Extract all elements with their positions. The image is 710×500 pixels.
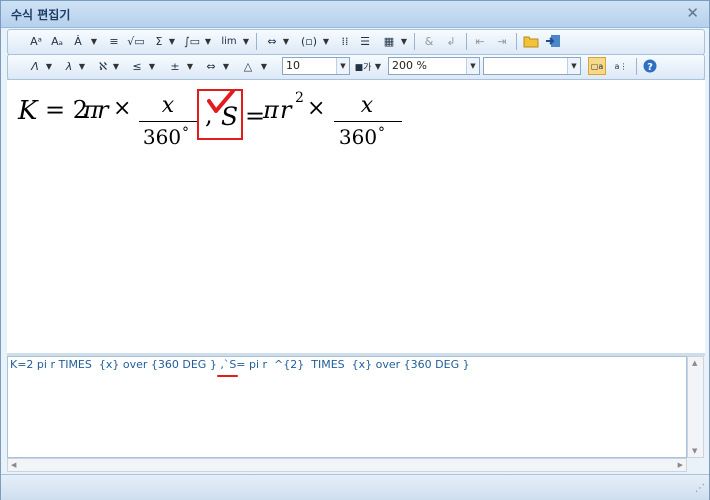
open-folder-icon[interactable]	[522, 32, 540, 50]
formula-r: r	[97, 96, 109, 124]
chevron-down-icon[interactable]: ▼	[374, 57, 382, 75]
chevron-down-icon[interactable]: ▼	[112, 57, 120, 75]
sum-button[interactable]: Σ	[152, 32, 166, 50]
chevron-down-icon[interactable]: ▼	[400, 32, 408, 50]
resize-grip-icon[interactable]: ⋰	[695, 483, 705, 494]
equation-editor-window: 수식 편집기 ✕ Aᵃ Aₐ Ȧ ▼ ≡ √▭ Σ ▼ ∫▭ ▼ lim ▼ ⇔…	[0, 0, 710, 500]
script-style-button[interactable]: a⋮	[612, 57, 630, 75]
chevron-down-icon[interactable]: ▼	[168, 32, 176, 50]
script-text[interactable]: K=2 pi r TIMES {x} over {360 DEG } ,`S= …	[10, 358, 470, 371]
chevron-down-icon[interactable]: ▼	[148, 57, 156, 75]
greek-upper-button[interactable]: Λ	[28, 57, 42, 75]
chevron-down-icon[interactable]: ▼	[222, 57, 230, 75]
formula-r-2: r	[280, 96, 292, 124]
zoom-value: 200 %	[392, 59, 427, 72]
toolbar-separator	[636, 58, 637, 75]
chevron-down-icon[interactable]: ▼	[45, 57, 53, 75]
checkmark-icon	[207, 89, 235, 113]
title-bar[interactable]: 수식 편집기 ✕	[1, 1, 709, 28]
symbol-toolbar: Λ ▼ λ ▼ ℵ ▼ ≤ ▼ ± ▼ ⇔ ▼ △ ▼ 10 ▼ ■가 ▼ 20…	[7, 54, 705, 80]
move-right-button[interactable]: ⇥	[494, 32, 510, 50]
chevron-down-icon[interactable]: ▼	[322, 32, 330, 50]
fraction-bar	[139, 121, 197, 122]
text-color-button[interactable]: ■가	[354, 57, 372, 75]
fraction-button[interactable]: ≡	[106, 32, 122, 50]
formula-k: K	[18, 96, 38, 126]
toolbar-separator	[414, 33, 415, 50]
vertical-scrollbar[interactable]: ▲ ▼	[687, 356, 704, 458]
chevron-down-icon[interactable]: ▼	[282, 32, 290, 50]
formula-times-2: ×	[307, 96, 326, 121]
window-title: 수식 편집기	[11, 8, 71, 22]
bracket-button[interactable]: (▫)	[298, 32, 320, 50]
status-bar: ⋰	[1, 474, 709, 500]
fraction-bar-2	[334, 121, 402, 122]
fraction-denominator-2: 360	[338, 125, 378, 149]
toolbar-separator	[466, 33, 467, 50]
horizontal-scrollbar[interactable]: ◀ ▶	[7, 458, 687, 472]
chevron-down-icon[interactable]: ▼	[204, 32, 212, 50]
chevron-down-icon[interactable]: ▼	[90, 32, 98, 50]
arrow-button[interactable]: ⇔	[202, 57, 220, 75]
superscript-button[interactable]: Aᵃ	[28, 32, 44, 50]
formula-equals-2: = 2	[45, 96, 89, 124]
chevron-down-icon[interactable]: ▼	[336, 58, 349, 74]
chevron-down-icon[interactable]: ▼	[78, 57, 86, 75]
arrow-layout-button[interactable]: ⇔	[264, 32, 280, 50]
fraction-denominator: 360	[142, 125, 182, 149]
annotation-underline	[217, 375, 238, 377]
chevron-down-icon[interactable]: ▼	[466, 58, 479, 74]
degree-symbol-2: °	[378, 125, 385, 141]
close-icon[interactable]: ✕	[686, 4, 699, 22]
help-icon[interactable]: ?	[642, 57, 658, 75]
operator-button[interactable]: ±	[168, 57, 182, 75]
integral-button[interactable]: ∫▭	[182, 32, 202, 50]
chevron-down-icon[interactable]: ▼	[260, 57, 268, 75]
formula-pi-2: π	[263, 96, 279, 124]
toolbar-separator	[516, 33, 517, 50]
degree-symbol: °	[182, 125, 189, 141]
chevron-down-icon[interactable]: ▼	[567, 58, 580, 74]
root-button[interactable]: √▭	[126, 32, 146, 50]
misc-symbol-button[interactable]: △	[240, 57, 256, 75]
svg-text:?: ?	[647, 62, 653, 73]
style-button[interactable]: ▢a	[588, 57, 606, 75]
subscript-button[interactable]: Aₐ	[48, 32, 66, 50]
scroll-up-icon[interactable]: ▲	[692, 359, 697, 367]
scroll-left-icon[interactable]: ◀	[11, 461, 16, 469]
limit-button[interactable]: lim	[218, 32, 240, 50]
font-name-select[interactable]: ▼	[483, 57, 581, 75]
grid-button[interactable]: ▦	[380, 32, 398, 50]
fraction-numerator-2: x	[360, 93, 374, 118]
toolbar-separator	[256, 33, 257, 50]
font-size-value: 10	[286, 59, 300, 72]
formula-times: ×	[113, 96, 132, 121]
chevron-down-icon[interactable]: ▼	[186, 57, 194, 75]
fraction-numerator: x	[161, 93, 175, 118]
chevron-down-icon[interactable]: ▼	[242, 32, 250, 50]
align-button[interactable]: ☰	[358, 32, 372, 50]
accent-button[interactable]: Ȧ	[70, 32, 86, 50]
matrix-button[interactable]: ⁞⁞	[338, 32, 352, 50]
scroll-down-icon[interactable]: ▼	[692, 447, 697, 455]
hebrew-button[interactable]: ℵ	[96, 57, 110, 75]
move-left-button[interactable]: ⇤	[472, 32, 488, 50]
zoom-select[interactable]: 200 % ▼	[388, 57, 480, 75]
relation-button[interactable]: ≤	[130, 57, 144, 75]
script-editor[interactable]: K=2 pi r TIMES {x} over {360 DEG } ,`S= …	[7, 356, 687, 458]
formula-exponent: 2	[295, 90, 304, 106]
scroll-right-icon[interactable]: ▶	[678, 461, 683, 469]
font-size-select[interactable]: 10 ▼	[282, 57, 350, 75]
export-icon[interactable]	[544, 32, 562, 50]
line-break-button[interactable]: ↲	[444, 32, 458, 50]
greek-lower-button[interactable]: λ	[62, 57, 76, 75]
ampersand-button[interactable]: &	[422, 32, 436, 50]
structure-toolbar: Aᵃ Aₐ Ȧ ▼ ≡ √▭ Σ ▼ ∫▭ ▼ lim ▼ ⇔ ▼ (▫) ▼ …	[7, 29, 705, 55]
